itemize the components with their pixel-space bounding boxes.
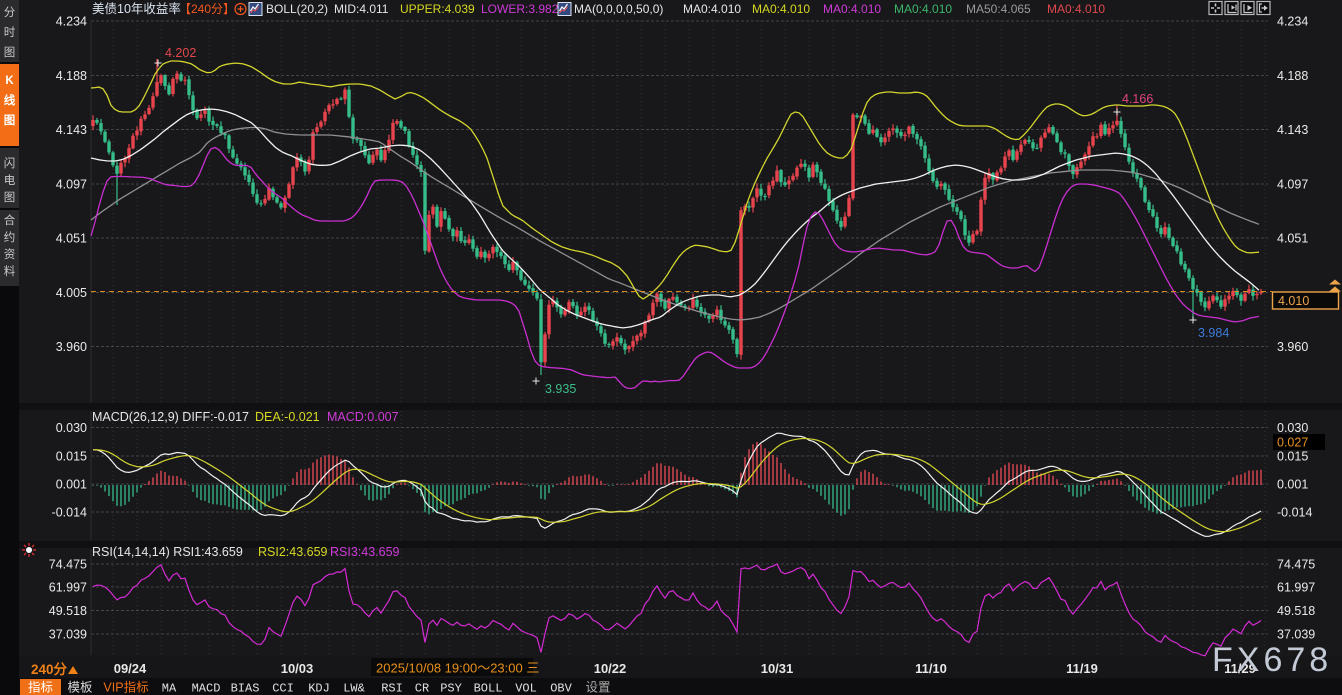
svg-text:49.518: 49.518 — [1277, 604, 1315, 618]
svg-text:BIAS: BIAS — [231, 682, 260, 695]
svg-text:3.935: 3.935 — [545, 382, 576, 396]
svg-text:4.202: 4.202 — [165, 46, 196, 60]
svg-text:0.001: 0.001 — [1277, 478, 1308, 492]
svg-text:-0.014: -0.014 — [1277, 506, 1312, 520]
svg-text:指标: 指标 — [28, 680, 53, 695]
svg-text:61.997: 61.997 — [1277, 581, 1315, 595]
svg-text:2025/10/08 19:00～23:00 三: 2025/10/08 19:00～23:00 三 — [376, 661, 539, 676]
svg-text:0.027: 0.027 — [1277, 436, 1308, 450]
svg-text:4.234: 4.234 — [56, 15, 87, 29]
svg-text:4.051: 4.051 — [1277, 232, 1308, 246]
svg-text:CCI: CCI — [272, 682, 294, 695]
svg-text:LOWER:3.982: LOWER:3.982 — [481, 2, 559, 16]
svg-text:MA50:4.065: MA50:4.065 — [966, 2, 1031, 16]
svg-text:0.030: 0.030 — [56, 421, 87, 435]
svg-text:OBV: OBV — [550, 682, 572, 695]
svg-text:61.997: 61.997 — [49, 581, 87, 595]
svg-text:4.097: 4.097 — [1277, 178, 1308, 192]
svg-text:模板: 模板 — [67, 681, 93, 695]
svg-text:KDJ: KDJ — [308, 682, 330, 695]
svg-text:MACD: MACD — [192, 682, 221, 695]
svg-text:11/19: 11/19 — [1066, 661, 1098, 676]
svg-text:RSI2:43.659: RSI2:43.659 — [258, 545, 328, 559]
svg-text:【240分】: 【240分】 — [179, 2, 235, 16]
svg-text:4.188: 4.188 — [56, 69, 87, 83]
svg-text:4.010: 4.010 — [1278, 294, 1309, 308]
svg-text:4.005: 4.005 — [56, 286, 87, 300]
svg-text:11/10: 11/10 — [915, 661, 947, 676]
svg-text:DEA:-0.021: DEA:-0.021 — [255, 410, 320, 424]
svg-text:MACD:0.007: MACD:0.007 — [327, 410, 399, 424]
svg-text:4.143: 4.143 — [1277, 123, 1308, 137]
svg-text:RSI(14,14,14) RSI1:43.659: RSI(14,14,14) RSI1:43.659 — [92, 545, 243, 559]
svg-text:BOLL(20,2): BOLL(20,2) — [266, 2, 328, 16]
svg-text:RSI3:43.659: RSI3:43.659 — [330, 545, 400, 559]
svg-text:MA0:4.010: MA0:4.010 — [752, 2, 810, 16]
svg-text:4.097: 4.097 — [56, 178, 87, 192]
svg-text:4.234: 4.234 — [1277, 15, 1308, 29]
svg-text:FX678: FX678 — [1212, 641, 1332, 679]
svg-text:MA(0,0,0,0,50,0): MA(0,0,0,0,50,0) — [574, 2, 663, 16]
svg-text:10/03: 10/03 — [281, 661, 314, 676]
svg-text:4.188: 4.188 — [1277, 69, 1308, 83]
svg-text:09/24: 09/24 — [114, 661, 147, 676]
svg-text:MA0:4.010: MA0:4.010 — [683, 2, 741, 16]
svg-text:10/31: 10/31 — [761, 661, 794, 676]
svg-text:37.039: 37.039 — [49, 628, 87, 642]
svg-text:LW&: LW& — [343, 682, 365, 695]
svg-text:0.030: 0.030 — [1277, 421, 1308, 435]
svg-text:0.015: 0.015 — [1277, 450, 1308, 464]
svg-text:74.475: 74.475 — [49, 558, 87, 572]
svg-text:49.518: 49.518 — [49, 604, 87, 618]
svg-text:CR: CR — [415, 682, 429, 695]
svg-text:4.166: 4.166 — [1122, 92, 1153, 106]
svg-text:MA0:4.010: MA0:4.010 — [1047, 2, 1105, 16]
svg-text:3.984: 3.984 — [1198, 326, 1229, 340]
svg-text:BOLL: BOLL — [474, 682, 503, 695]
svg-text:4.051: 4.051 — [56, 232, 87, 246]
svg-text:MA0:4.010: MA0:4.010 — [894, 2, 952, 16]
svg-text:MACD(26,12,9) DIFF:-0.017: MACD(26,12,9) DIFF:-0.017 — [92, 410, 249, 424]
svg-text:美债10年收益率: 美债10年收益率 — [92, 1, 181, 16]
svg-text:UPPER:4.039: UPPER:4.039 — [400, 2, 475, 16]
svg-text:4.143: 4.143 — [56, 123, 87, 137]
svg-text:-0.014: -0.014 — [52, 506, 87, 520]
svg-text:VOL: VOL — [515, 682, 537, 695]
svg-text:74.475: 74.475 — [1277, 558, 1315, 572]
svg-text:PSY: PSY — [440, 682, 462, 695]
svg-text:37.039: 37.039 — [1277, 628, 1315, 642]
svg-text:RSI: RSI — [381, 682, 403, 695]
svg-text:MID:4.011: MID:4.011 — [334, 2, 389, 16]
svg-text:MA0:4.010: MA0:4.010 — [823, 2, 881, 16]
svg-text:10/22: 10/22 — [594, 661, 627, 676]
svg-text:设置: 设置 — [585, 680, 610, 695]
svg-text:MA: MA — [162, 682, 177, 695]
svg-text:3.960: 3.960 — [56, 340, 87, 354]
svg-text:240分: 240分 — [31, 662, 68, 677]
svg-text:0.001: 0.001 — [56, 478, 87, 492]
svg-text:0.015: 0.015 — [56, 450, 87, 464]
svg-text:VIP指标: VIP指标 — [103, 680, 148, 695]
svg-text:3.960: 3.960 — [1277, 340, 1308, 354]
